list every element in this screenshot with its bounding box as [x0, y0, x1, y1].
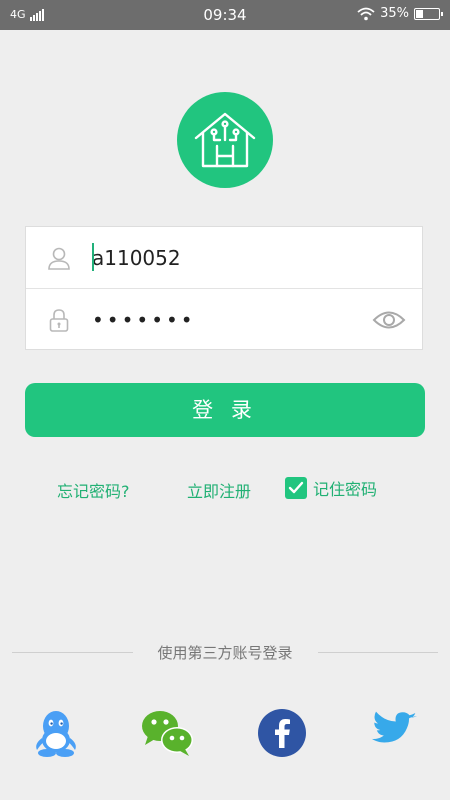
- remember-checkbox[interactable]: [285, 477, 307, 499]
- password-field[interactable]: [92, 305, 352, 335]
- remember-password-label: 记住密码: [313, 480, 378, 499]
- status-bar: 4G 09:34 35%: [0, 0, 450, 30]
- username-row: [26, 227, 422, 289]
- login-form: [25, 226, 423, 350]
- register-link[interactable]: 立即注册: [187, 478, 251, 502]
- remember-password-option[interactable]: 记住密码: [285, 476, 377, 500]
- wifi-icon: [357, 7, 375, 20]
- text-cursor: [92, 243, 94, 271]
- facebook-icon: [258, 709, 306, 757]
- lock-icon: [49, 309, 69, 332]
- divider-right: [318, 652, 438, 653]
- links-row: 忘记密码? 立即注册 记住密码: [0, 476, 450, 502]
- forgot-password-link[interactable]: 忘记密码?: [57, 478, 130, 502]
- status-right: 35%: [357, 6, 443, 21]
- battery-percent: 35%: [380, 6, 409, 21]
- user-icon: [48, 247, 70, 270]
- app-logo: [177, 92, 273, 188]
- facebook-login-button[interactable]: [254, 705, 310, 761]
- login-button[interactable]: 登 录: [25, 383, 425, 437]
- eye-icon[interactable]: [372, 307, 406, 333]
- battery-fill: [416, 9, 423, 18]
- third-party-divider: 使用第三方账号登录: [0, 640, 450, 664]
- username-field[interactable]: [92, 243, 352, 273]
- smart-home-icon: [194, 112, 256, 168]
- twitter-login-button[interactable]: [366, 705, 422, 761]
- battery-icon: [414, 7, 443, 20]
- wechat-login-button[interactable]: [140, 705, 196, 761]
- password-row: [26, 289, 422, 351]
- qq-icon: [36, 711, 76, 757]
- twitter-icon: [371, 711, 417, 743]
- checkmark-icon: [288, 481, 304, 494]
- wechat-icon: [142, 711, 193, 756]
- qq-login-button[interactable]: [28, 705, 84, 761]
